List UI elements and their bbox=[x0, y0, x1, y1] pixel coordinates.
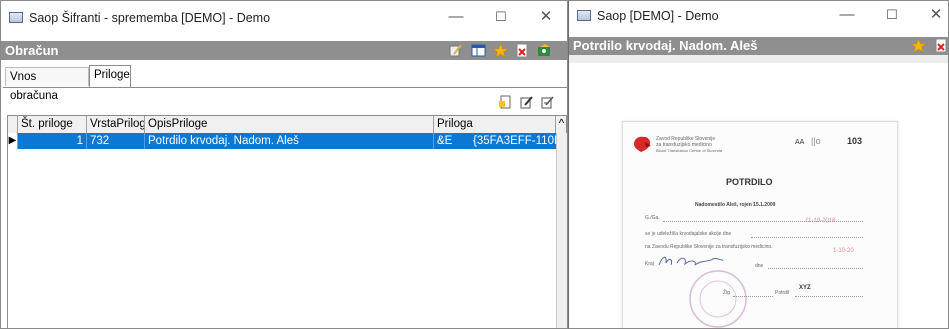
dne-label: dne bbox=[755, 263, 764, 269]
cell-priloga-type[interactable]: &E bbox=[434, 133, 474, 149]
vertical-scrollbar[interactable] bbox=[556, 133, 567, 328]
favorite-star-icon[interactable] bbox=[492, 43, 509, 58]
document-title: Potrdilo krvodaj. Nadom. Aleš bbox=[573, 38, 758, 53]
cell-vrsta-priloge[interactable]: 732 bbox=[87, 133, 145, 149]
zig-label: Žig bbox=[723, 290, 730, 296]
potrdil-label: Potrdil bbox=[775, 290, 790, 296]
window-title: Saop Šifranti - sprememba [DEMO] - Demo bbox=[29, 11, 271, 25]
date-line bbox=[751, 237, 863, 238]
maximize-button[interactable]: ☐ bbox=[877, 3, 907, 27]
toolbar-strip bbox=[569, 55, 948, 63]
column-header-opis-priloge[interactable]: OpisPriloge bbox=[145, 116, 434, 133]
section-title: Obračun bbox=[5, 43, 59, 58]
attachments-grid: Št. priloge VrstaPriloge OpisPriloge Pri… bbox=[7, 115, 567, 328]
exit-icon[interactable] bbox=[537, 43, 552, 58]
delete-document-icon[interactable] bbox=[934, 38, 948, 53]
zig-line bbox=[733, 296, 773, 297]
title-bar[interactable]: Saop [DEMO] - Demo — ☐ ✕ bbox=[569, 1, 948, 33]
certificate-line-2: na Zavodu Republike Slovenije za transfu… bbox=[645, 244, 773, 250]
handwritten-mark: 1-10-20 bbox=[833, 248, 854, 254]
document-preview-area: Zavod Republike Slovenije za transfuzijs… bbox=[581, 63, 933, 328]
grid-header: Št. priloge VrstaPriloge OpisPriloge Pri… bbox=[8, 116, 566, 134]
blood-drop-logo-icon bbox=[634, 136, 651, 152]
column-header-priloga[interactable]: Priloga bbox=[434, 116, 556, 133]
cell-st-priloge[interactable]: 1 bbox=[18, 133, 87, 149]
new-document-icon[interactable] bbox=[498, 95, 513, 110]
cell-priloga-id[interactable]: {35FA3EFF-110B bbox=[470, 133, 556, 149]
tab-divider bbox=[3, 87, 567, 88]
favorite-star-icon[interactable] bbox=[910, 38, 927, 53]
reference-mark: ||o bbox=[811, 136, 821, 146]
app-icon bbox=[577, 10, 591, 21]
scroll-up-arrow-icon[interactable]: ^ bbox=[556, 116, 567, 133]
title-bar[interactable]: Saop Šifranti - sprememba [DEMO] - Demo … bbox=[1, 1, 567, 33]
salutation-label: G./Ga. bbox=[645, 215, 660, 221]
edit-attachment-icon[interactable] bbox=[540, 95, 555, 110]
maximize-button[interactable]: ☐ bbox=[486, 5, 516, 29]
document-viewer-window: Saop [DEMO] - Demo — ☐ ✕ Potrdilo krvoda… bbox=[568, 0, 949, 329]
table-row[interactable]: ▶ 1 732 Potrdilo krvodaj. Nadom. Aleš &E… bbox=[8, 133, 566, 149]
app-icon bbox=[9, 12, 23, 23]
dne-line bbox=[768, 268, 863, 269]
cell-opis-priloge[interactable]: Potrdilo krvodaj. Nadom. Aleš bbox=[145, 133, 434, 149]
row-indicator-header bbox=[8, 116, 18, 133]
edit-document-icon[interactable] bbox=[519, 95, 534, 110]
potrdil-value: XYZ bbox=[799, 285, 811, 291]
stamp-seal bbox=[689, 270, 747, 328]
document-header: Potrdilo krvodaj. Nadom. Aleš bbox=[569, 37, 948, 55]
table-icon[interactable] bbox=[471, 43, 486, 58]
window-title: Saop [DEMO] - Demo bbox=[597, 9, 719, 23]
minimize-button[interactable]: — bbox=[441, 5, 471, 29]
potrdil-line bbox=[795, 296, 863, 297]
org-name-line3: Blood Transfusion Centre of Slovenia bbox=[656, 148, 723, 153]
minimize-button[interactable]: — bbox=[832, 3, 862, 27]
delete-document-icon[interactable] bbox=[515, 43, 530, 58]
certificate-line-1: se je udeležil/a krvodajalske akcije dne bbox=[645, 231, 732, 237]
close-button[interactable]: ✕ bbox=[531, 5, 561, 29]
column-header-st-priloge[interactable]: Št. priloge bbox=[18, 116, 87, 133]
kraj-label: Kraj bbox=[645, 261, 654, 267]
reference-prefix: AA bbox=[795, 139, 805, 146]
tab-label: Priloge bbox=[94, 69, 130, 81]
column-header-vrsta-priloge[interactable]: VrstaPriloge bbox=[87, 116, 145, 133]
certificate-heading: POTRDILO bbox=[726, 177, 773, 187]
edit-icon[interactable] bbox=[448, 43, 463, 58]
tab-priloge[interactable]: Priloge bbox=[89, 65, 131, 87]
tab-vnos-obracuna[interactable]: Vnos obračuna bbox=[5, 67, 89, 102]
section-header: Obračun bbox=[1, 41, 567, 60]
reference-number: 103 bbox=[847, 136, 863, 146]
certificate-name-line: Nadomestilo Aleš, rojen 15.1.2009 bbox=[695, 202, 776, 208]
close-button[interactable]: ✕ bbox=[921, 3, 948, 27]
sifranti-window: Saop Šifranti - sprememba [DEMO] - Demo … bbox=[0, 0, 568, 329]
handwritten-date-stamp: 11-10-2018 bbox=[805, 218, 836, 224]
scanned-certificate: Zavod Republike Slovenije za transfuzijs… bbox=[622, 121, 898, 328]
row-indicator-icon: ▶ bbox=[8, 133, 18, 149]
